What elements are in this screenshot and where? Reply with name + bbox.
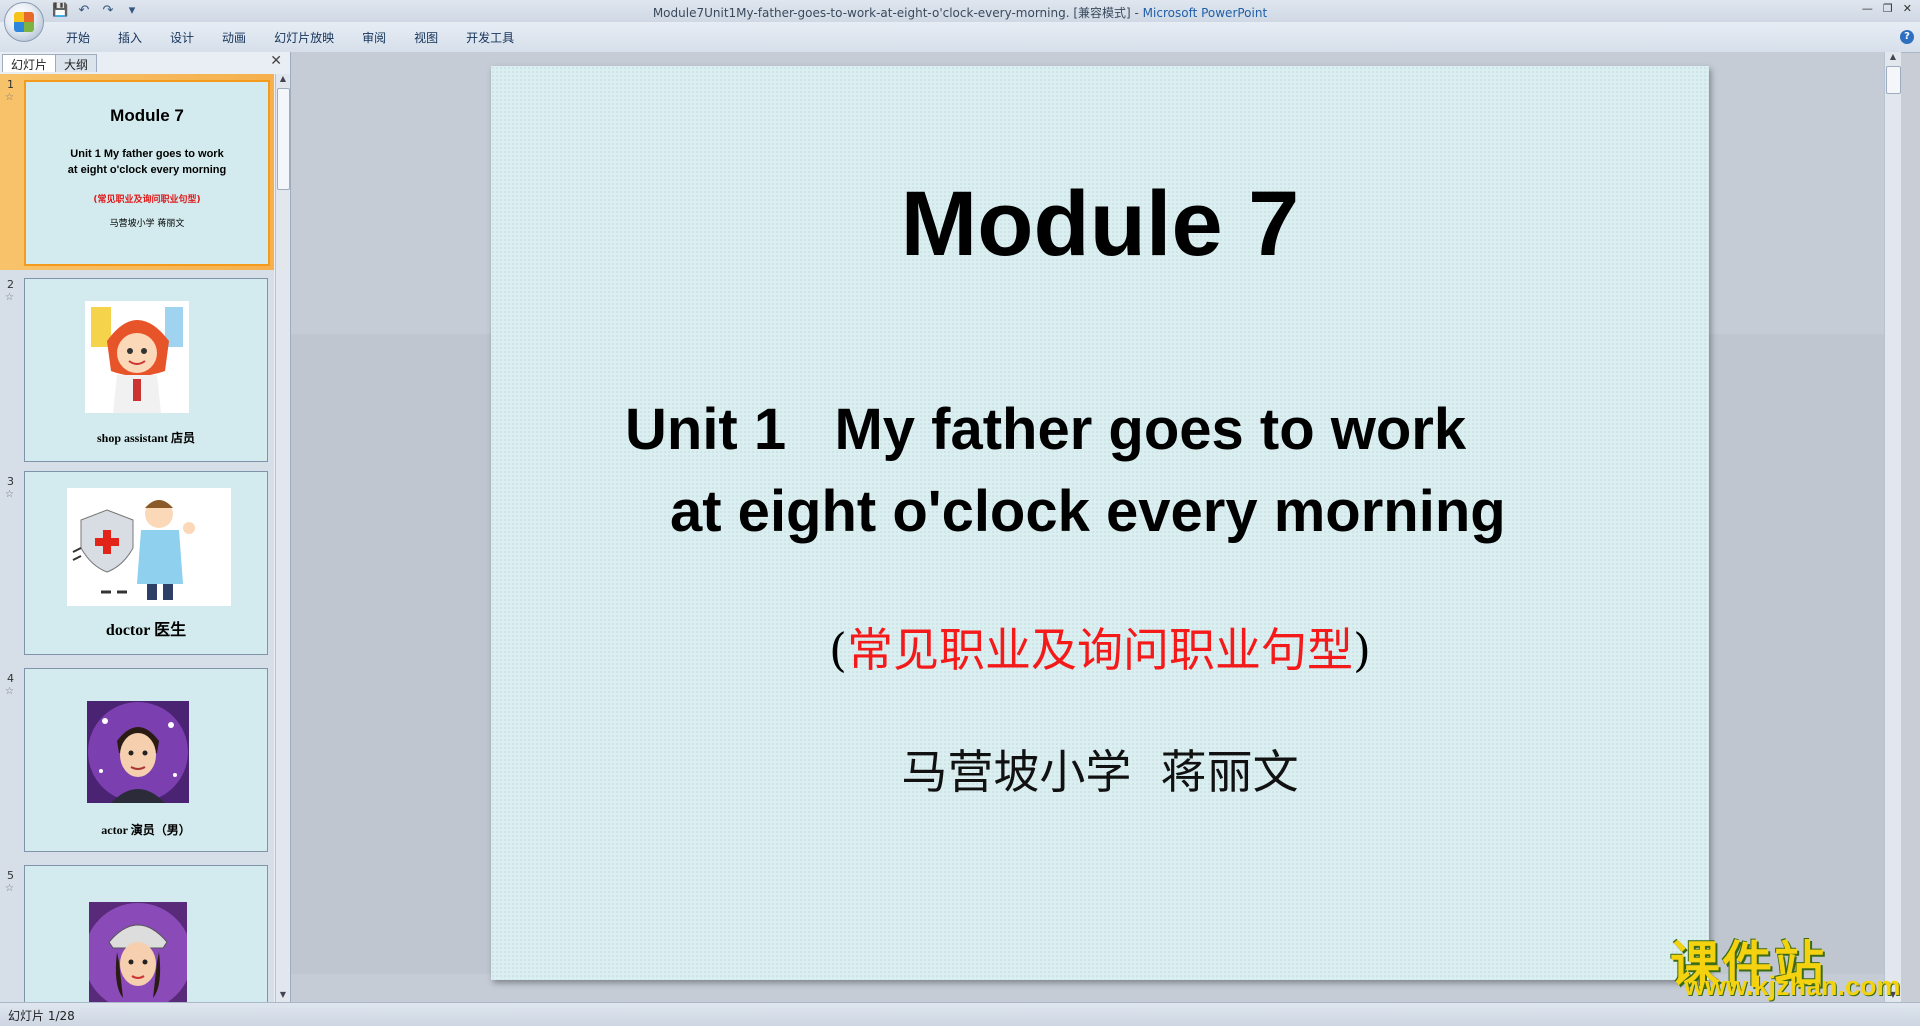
close-icon[interactable]: ✕: [1903, 2, 1912, 15]
window-controls: — ❐ ✕: [1862, 2, 1912, 15]
thumbnail-title: Module 7: [110, 106, 184, 125]
thumbnail-line: at eight o'clock every morning: [67, 164, 227, 176]
tab-view[interactable]: 视图: [400, 29, 452, 46]
thumbnail-list: 1 ☆ Module 7 Unit 1 My father goes to wo…: [0, 74, 274, 1002]
scrollbar-thumb[interactable]: [277, 88, 290, 190]
thumbnail-item[interactable]: 5 ☆: [0, 865, 274, 1002]
thumbnail-caption: actor 演员（男）: [101, 823, 191, 837]
doctor-image: [67, 488, 231, 606]
subtitle-open-paren: (: [829, 623, 847, 677]
thumbnail-number: 2: [7, 278, 14, 291]
thumbnail-subtitle: (常见职业及询问职业句型): [93, 195, 201, 205]
office-logo-icon: [14, 12, 34, 32]
slide-subtitle[interactable]: (常见职业及询问职业句型): [491, 614, 1709, 680]
scroll-up-icon[interactable]: ▲: [1885, 52, 1901, 64]
thumbnail-item[interactable]: 3 ☆ doctor 医生: [0, 471, 274, 661]
slide-unit-line1[interactable]: Unit 1 My father goes to work: [625, 396, 1466, 463]
tab-slides[interactable]: 幻灯片: [2, 54, 57, 72]
tab-outline[interactable]: 大纲: [55, 54, 98, 72]
ribbon-tabs: 开始 插入 设计 动画 幻灯片放映 审阅 视图 开发工具: [52, 29, 528, 46]
thumbnail-slide[interactable]: doctor 医生: [24, 471, 268, 655]
tab-animation[interactable]: 动画: [208, 29, 260, 46]
animation-star-icon: ☆: [5, 489, 14, 500]
thumbnail-slide[interactable]: shop assistant 店员: [24, 278, 268, 462]
slides-panel: 幻灯片 大纲 ✕ 1 ☆ Module 7 Unit 1 My father g…: [0, 52, 291, 1002]
window-title: Module7Unit1My-father-goes-to-work-at-ei…: [0, 4, 1920, 21]
thumbnail-item[interactable]: 1 ☆ Module 7 Unit 1 My father goes to wo…: [0, 74, 274, 270]
title-bar: 💾 ↶ ↷ ▾ Module7Unit1My-father-goes-to-wo…: [0, 0, 1920, 42]
animation-star-icon: ☆: [5, 92, 14, 103]
thumbnail-number: 1: [7, 78, 14, 91]
help-icon[interactable]: ?: [1900, 30, 1914, 44]
slide-author[interactable]: 马营坡小学 蒋丽文: [491, 736, 1709, 802]
actor-image: [87, 701, 189, 803]
minimize-icon[interactable]: —: [1862, 2, 1873, 15]
ribbon: 开始 插入 设计 动画 幻灯片放映 审阅 视图 开发工具 ?: [0, 22, 1920, 53]
thumbnail-author: 马营坡小学 蒋丽文: [109, 219, 185, 229]
animation-star-icon: ☆: [5, 883, 14, 894]
editor-scrollbar[interactable]: ▲ ▼: [1884, 52, 1901, 1002]
subtitle-close-paren: ): [1353, 623, 1371, 677]
thumbnail-number: 3: [7, 475, 14, 488]
scroll-up-icon[interactable]: ▲: [276, 74, 290, 86]
slide-title[interactable]: Module 7: [491, 172, 1709, 277]
restore-icon[interactable]: ❐: [1883, 2, 1893, 15]
thumbnail-slide[interactable]: actor 演员（男）: [24, 668, 268, 852]
watermark: 课件站 www.kjzhan.com: [1670, 925, 1910, 1003]
slide-indicator: 幻灯片 1/28: [8, 1009, 75, 1023]
thumbnail-slide[interactable]: [24, 865, 268, 1002]
watermark-url: www.kjzhan.com: [1684, 971, 1901, 1001]
animation-star-icon: ☆: [5, 292, 14, 303]
thumbnail-item[interactable]: 2 ☆ shop assistant 店员: [0, 274, 274, 464]
actress-image: [84, 902, 192, 1002]
window-title-file: Module7Unit1My-father-goes-to-work-at-ei…: [652, 6, 1131, 20]
tab-developer[interactable]: 开发工具: [452, 29, 528, 46]
subtitle-red-text: 常见职业及询问职业句型: [847, 623, 1353, 677]
tab-insert[interactable]: 插入: [104, 29, 156, 46]
panel-close-icon[interactable]: ✕: [270, 53, 282, 69]
thumbnail-caption: doctor 医生: [105, 622, 187, 639]
scroll-down-icon[interactable]: ▼: [276, 990, 290, 1002]
status-bar: 幻灯片 1/28: [0, 1002, 1920, 1026]
thumbnail-scrollbar[interactable]: ▲ ▼: [275, 74, 290, 1002]
current-slide[interactable]: Module 7 Unit 1 My father goes to work a…: [491, 66, 1709, 980]
panel-tabs: 幻灯片 大纲: [2, 54, 98, 72]
animation-star-icon: ☆: [5, 686, 14, 697]
thumbnail-item[interactable]: 4 ☆ actor 演员（男）: [0, 668, 274, 858]
office-button[interactable]: [4, 2, 44, 42]
window-title-app: Microsoft PowerPoint: [1142, 6, 1268, 20]
thumbnail-slide[interactable]: Module 7 Unit 1 My father goes to work a…: [24, 80, 270, 266]
shop-assistant-image: [85, 301, 189, 413]
scrollbar-thumb[interactable]: [1886, 66, 1901, 94]
tab-slideshow[interactable]: 幻灯片放映: [260, 29, 348, 46]
thumbnail-line: Unit 1 My father goes to work: [70, 148, 224, 160]
tab-home[interactable]: 开始: [52, 29, 104, 46]
thumbnail-number: 5: [7, 869, 14, 882]
tab-review[interactable]: 审阅: [348, 29, 400, 46]
thumbnail-caption: shop assistant 店员: [96, 431, 196, 445]
slide-editor: Module 7 Unit 1 My father goes to work a…: [291, 52, 1901, 1002]
tab-design[interactable]: 设计: [156, 29, 208, 46]
slide-unit-line2[interactable]: at eight o'clock every morning: [670, 478, 1506, 545]
thumbnail-number: 4: [7, 672, 14, 685]
window-title-sep: -: [1130, 6, 1143, 20]
